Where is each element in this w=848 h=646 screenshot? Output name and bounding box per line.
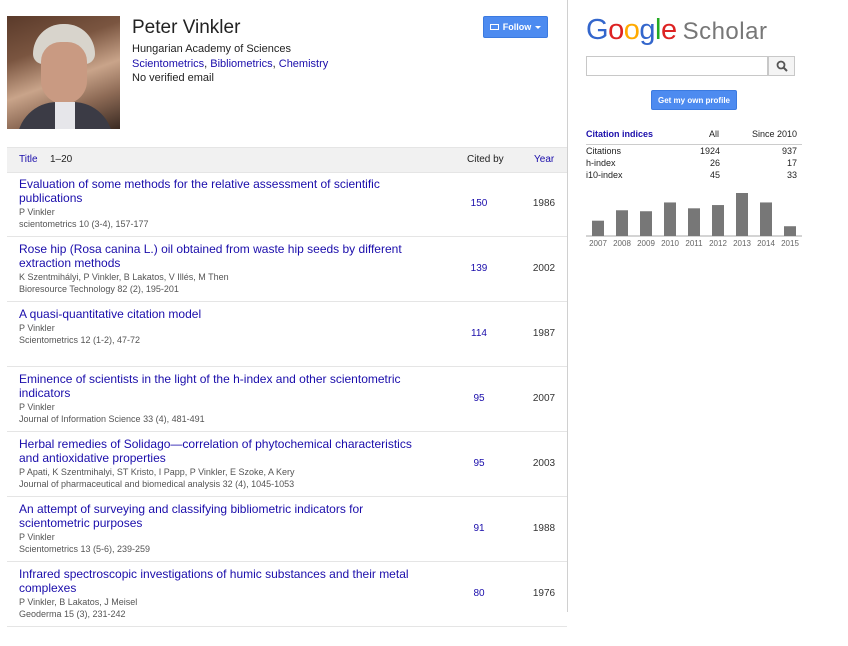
chart-tick-label: 2011 [685,239,703,248]
table-header: Title 1–20 Cited by Year [7,147,567,173]
cited-by-count[interactable]: 95 [457,393,501,404]
publication-authors: P Apati, K Szentmihalyi, ST Kristo, I Pa… [19,467,295,477]
email-status: No verified email [132,72,214,84]
follow-label: Follow [502,22,532,32]
interest-link-chemistry[interactable]: Chemistry [279,58,329,70]
cited-by-count[interactable]: 150 [457,198,501,209]
profile-name: Peter Vinkler [132,17,241,38]
publication-year: 2003 [532,458,556,469]
cited-by-count[interactable]: 95 [457,458,501,469]
table-row: Rose hip (Rosa canina L.) oil obtained f… [7,237,567,302]
chart-bar-2013 [736,193,748,236]
chart-bar-2011 [688,208,700,236]
publication-venue: Geoderma 15 (3), 231-242 [19,609,126,619]
chart-tick-label: 2015 [781,239,799,248]
citations-per-year-chart: 2007 2008 2009 2010 2011 2012 2013 2014 2015 [586,193,802,248]
profile-column: Peter Vinkler Hungarian Academy of Scien… [0,0,568,627]
search-input[interactable] [586,56,768,76]
cited-by-count[interactable]: 80 [457,588,501,599]
chart-tick-label: 2008 [613,239,631,248]
publication-title[interactable]: Herbal remedies of Solidago—correlation … [19,437,419,465]
publication-authors: P Vinkler [19,532,55,542]
publication-year: 2007 [532,393,556,404]
publication-venue: scientometrics 10 (3-4), 157-177 [19,219,149,229]
table-row: Evaluation of some methods for the relat… [7,172,567,237]
publication-title[interactable]: Rose hip (Rosa canina L.) oil obtained f… [19,242,419,270]
chart-bar-2014 [760,202,772,236]
envelope-icon [489,24,499,30]
sort-by-year[interactable]: Year [534,154,554,165]
interest-link-scientometrics[interactable]: Scientometrics [132,58,204,70]
chart-bar-2012 [712,205,724,236]
publication-title[interactable]: Infrared spectroscopic investigations of… [19,567,419,595]
col-all-header: All [708,129,719,139]
chart-bar-2008 [616,210,628,236]
col-since-header: Since 2010 [751,129,797,139]
table-row: Infrared spectroscopic investigations of… [7,562,567,627]
publication-year: 1986 [532,198,556,209]
table-row: Eminence of scientists in the light of t… [7,367,567,432]
chart-bar-2009 [640,211,652,236]
h-index-row: h-index 26 17 [586,158,797,168]
sort-by-title[interactable]: Title [19,154,38,165]
citation-indices-header: Citation indices [586,129,654,139]
chart-tick-label: 2007 [589,239,607,248]
publication-authors: P Vinkler [19,402,55,412]
publication-venue: Bioresource Technology 82 (2), 195-201 [19,284,179,294]
follow-button[interactable]: Follow [483,16,548,38]
publication-authors: P Vinkler, B Lakatos, J Meisel [19,597,138,607]
cited-by-header: Cited by [467,154,504,165]
chart-tick-label: 2014 [757,239,775,248]
cited-by-count[interactable]: 91 [457,523,501,534]
chart-bar-2010 [664,202,676,236]
publication-authors: P Vinkler [19,323,55,333]
publication-year: 2002 [532,263,556,274]
chart-tick-label: 2012 [709,239,727,248]
chart-tick-label: 2010 [661,239,679,248]
chart-tick-label: 2013 [733,239,751,248]
search-button[interactable] [768,56,795,76]
caret-down-icon [535,25,542,29]
publication-year: 1976 [532,588,556,599]
citation-indices: Citation indices All Since 2010 Citation… [586,128,802,181]
publication-title[interactable]: An attempt of surveying and classifying … [19,502,419,530]
get-own-profile-button[interactable]: Get my own profile [651,90,737,110]
result-range: 1–20 [50,154,73,165]
publication-title[interactable]: A quasi-quantitative citation model [19,307,419,321]
publication-venue: Journal of pharmaceutical and biomedical… [19,479,295,489]
table-row: Herbal remedies of Solidago—correlation … [7,432,567,497]
chart-tick-label: 2009 [637,239,655,248]
publication-title[interactable]: Evaluation of some methods for the relat… [19,177,419,205]
cited-by-count[interactable]: 139 [457,263,501,274]
publication-venue: Scientometrics 12 (1-2), 47-72 [19,335,141,345]
profile-interests: Scientometrics, Bibliometrics, Chemistry [132,58,329,70]
cited-by-count[interactable]: 114 [457,328,501,339]
google-scholar-logo[interactable]: Google Scholar [586,14,767,47]
publication-venue: Scientometrics 13 (5-6), 239-259 [19,544,151,554]
publication-year: 1988 [532,523,556,534]
table-row: A quasi-quantitative citation model P Vin… [7,302,567,367]
profile-photo [7,16,120,129]
table-row: An attempt of surveying and classifying … [7,497,567,562]
i10-index-row: i10-index 45 33 [586,170,797,180]
chart-bar-2007 [592,220,604,236]
publication-year: 1987 [532,328,556,339]
search-icon [776,60,788,72]
publication-title[interactable]: Eminence of scientists in the light of t… [19,372,419,400]
publication-venue: Journal of Information Science 33 (4), 4… [19,414,205,424]
profile-affiliation: Hungarian Academy of Sciences [132,43,291,55]
chart-bar-2015 [784,226,796,236]
citations-row: Citations 1924 937 [586,146,797,156]
interest-link-bibliometrics[interactable]: Bibliometrics [210,58,272,70]
publication-authors: K Szentmihályi, P Vinkler, B Lakatos, V … [19,272,229,282]
publication-authors: P Vinkler [19,207,55,217]
